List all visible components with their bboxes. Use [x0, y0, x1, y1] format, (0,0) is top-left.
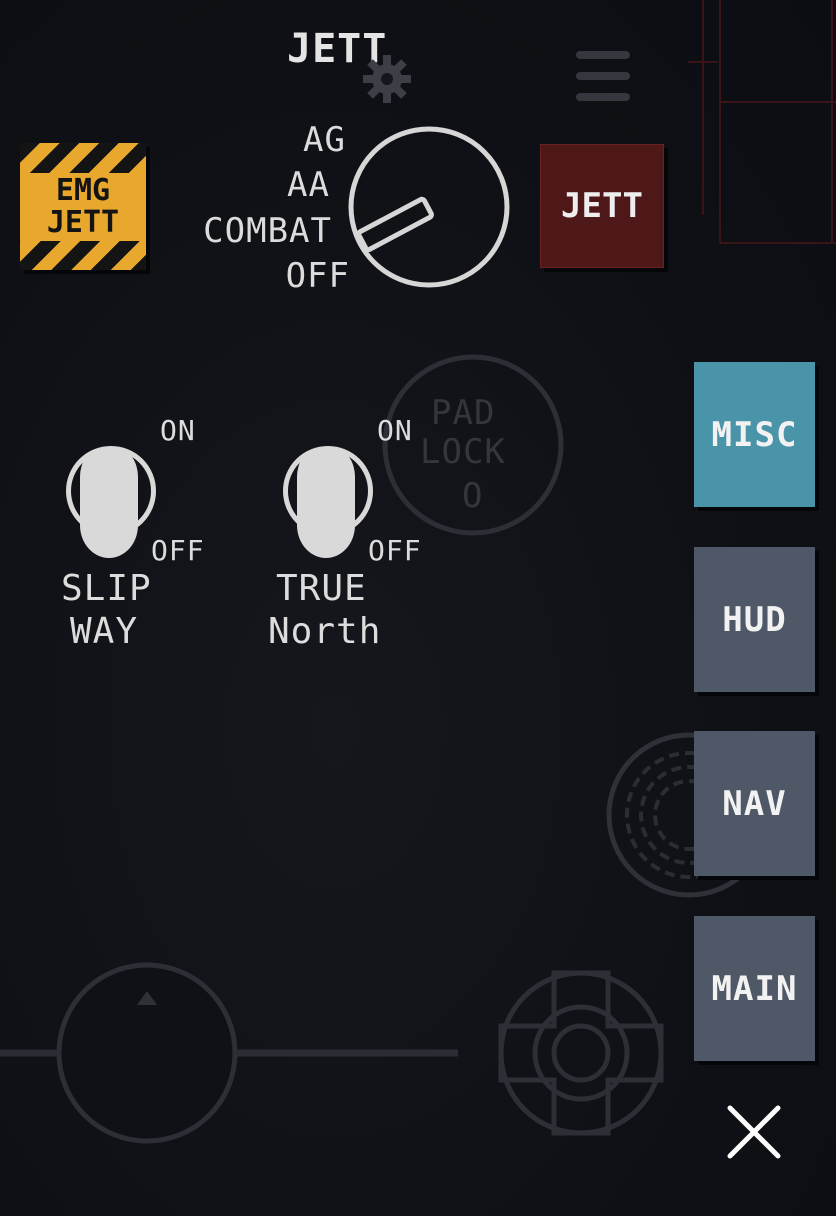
selector-position-ag[interactable]: AG	[303, 120, 346, 160]
truenorth-off-label: OFF	[368, 534, 422, 567]
truenorth-name-line1: TRUE	[276, 568, 367, 609]
hat-switch-dpad[interactable]	[496, 968, 666, 1138]
menu-button-main[interactable]: MAIN	[694, 916, 815, 1061]
truenorth-toggle-lever[interactable]	[297, 448, 355, 558]
close-icon[interactable]	[726, 1104, 782, 1160]
selector-position-off[interactable]: OFF	[286, 256, 350, 296]
menu-button-hud[interactable]: HUD	[694, 547, 815, 692]
hamburger-icon[interactable]	[575, 48, 631, 104]
jettison-selector-knob[interactable]	[344, 122, 516, 294]
padlock-line1: PAD	[431, 393, 496, 433]
slipway-on-label: ON	[160, 414, 196, 447]
emg-jett-label-box: EMG JETT	[20, 173, 146, 241]
throttle-stick[interactable]	[55, 961, 239, 1145]
padlock-line2: LOCK	[420, 432, 506, 472]
emg-jett-button[interactable]: EMG JETT	[20, 143, 146, 270]
padlock-line3: O	[462, 476, 484, 516]
truenorth-name-line2: North	[268, 611, 382, 652]
selector-position-combat[interactable]: COMBAT	[203, 211, 332, 251]
emg-jett-line2: JETT	[46, 205, 120, 240]
background-grid	[688, 0, 836, 244]
jett-button[interactable]: JETT	[540, 144, 664, 268]
gear-icon[interactable]	[360, 52, 414, 106]
slipway-name-line1: SLIP	[61, 568, 152, 609]
emg-jett-line1: EMG	[55, 173, 111, 208]
menu-button-nav[interactable]: NAV	[694, 731, 815, 876]
menu-button-misc[interactable]: MISC	[694, 362, 815, 507]
truenorth-on-label: ON	[377, 414, 413, 447]
slipway-name-line2: WAY	[70, 611, 139, 652]
selector-position-aa[interactable]: AA	[287, 165, 330, 205]
slipway-toggle-lever[interactable]	[80, 448, 138, 558]
slipway-off-label: OFF	[151, 534, 205, 567]
